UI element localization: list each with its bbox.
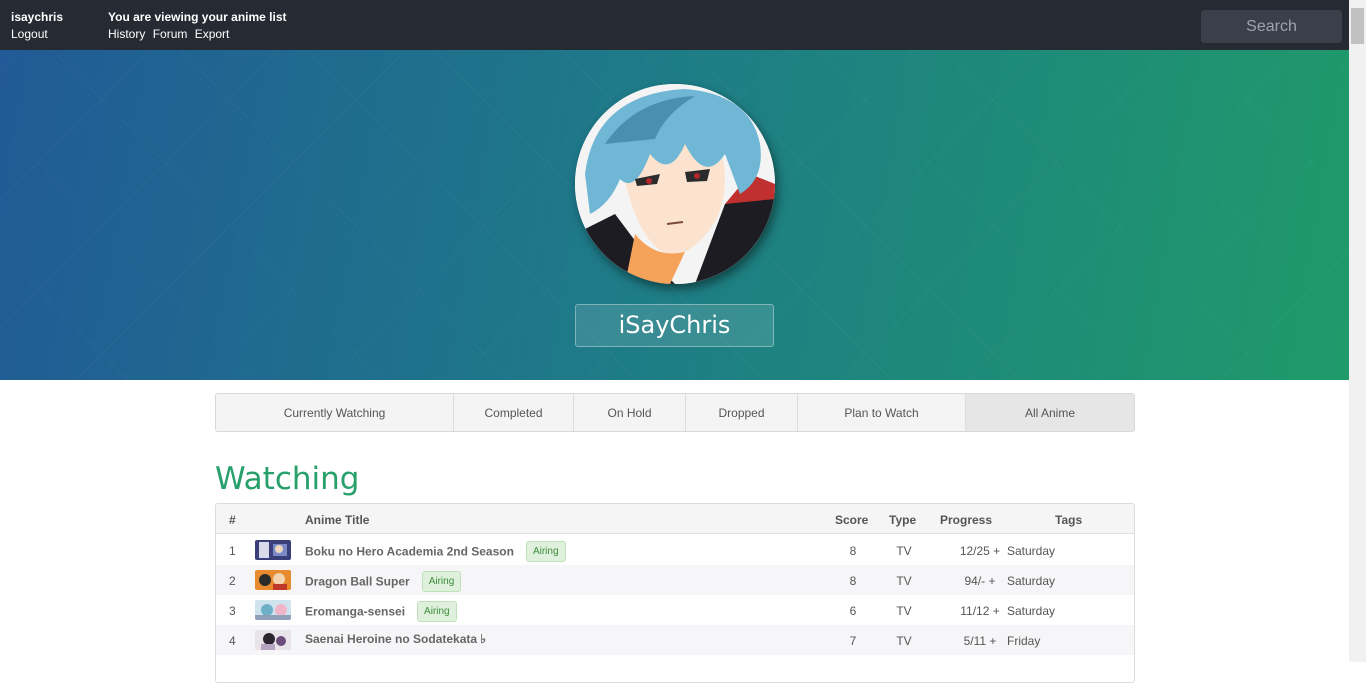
anime-title-link[interactable]: Dragon Ball Super	[305, 575, 410, 589]
row-tags: Saturday	[1007, 604, 1056, 618]
profile-username: iSayChris	[575, 304, 774, 347]
avatar-image	[575, 84, 775, 284]
row-score[interactable]: 8	[835, 574, 871, 588]
airing-badge: Airing	[421, 571, 462, 592]
nav-username[interactable]: isaychris	[11, 10, 63, 24]
profile-avatar[interactable]	[575, 84, 775, 284]
row-type: TV	[896, 544, 912, 558]
header-title[interactable]: Anime Title	[305, 513, 369, 527]
table-header: # Anime Title Score Type Progress Tags	[216, 504, 1134, 534]
row-tags: Saturday	[1007, 544, 1056, 558]
list-tabs: Currently Watching Completed On Hold Dro…	[215, 393, 1135, 432]
row-score[interactable]: 7	[835, 634, 871, 648]
anime-thumbnail[interactable]	[255, 600, 291, 620]
tab-dropped[interactable]: Dropped	[686, 394, 798, 431]
row-num: 2	[229, 574, 236, 588]
airing-badge: Airing	[417, 601, 457, 622]
table-row: 3 Eromanga-sensei Airing 6 TV 11/12 + Sat…	[216, 595, 1134, 625]
header-progress[interactable]: Progress	[940, 513, 992, 527]
viewing-notice: You are viewing your anime list	[108, 10, 287, 24]
row-tags: Friday	[1007, 634, 1041, 648]
row-title: Boku no Hero Academia 2nd Season Airing	[305, 541, 566, 563]
tab-completed[interactable]: Completed	[454, 394, 574, 431]
table-row: 4 Saenai Heroine no Sodatekata ♭ 7 TV 5/…	[216, 625, 1134, 655]
row-tags: Saturday	[1007, 574, 1056, 588]
row-type: TV	[896, 574, 912, 588]
tab-plan-to-watch[interactable]: Plan to Watch	[798, 394, 966, 431]
search-input[interactable]	[1201, 10, 1342, 43]
anime-table: # Anime Title Score Type Progress Tags 1…	[215, 503, 1135, 683]
airing-badge: Airing	[525, 541, 566, 562]
header-type[interactable]: Type	[889, 513, 916, 527]
header-tags: Tags	[1055, 513, 1083, 527]
table-row: 1 Boku no Hero Academia 2nd Season Airing…	[216, 535, 1134, 565]
top-navbar: isaychris Logout You are viewing your an…	[0, 0, 1349, 50]
row-num: 3	[229, 604, 236, 618]
nav-links: History Forum Export	[108, 27, 233, 41]
scrollbar-thumb[interactable]	[1351, 8, 1364, 44]
anime-thumbnail[interactable]	[255, 630, 291, 650]
row-score[interactable]: 8	[835, 544, 871, 558]
anime-thumbnail[interactable]	[255, 570, 291, 590]
row-title: Saenai Heroine no Sodatekata ♭	[305, 632, 486, 646]
header-score[interactable]: Score	[835, 513, 868, 527]
forum-link[interactable]: Forum	[153, 27, 188, 41]
history-link[interactable]: History	[108, 27, 145, 41]
tab-currently-watching[interactable]: Currently Watching	[216, 394, 454, 431]
tab-all-anime[interactable]: All Anime	[966, 394, 1134, 431]
header-num: #	[229, 513, 236, 527]
page-scrollbar[interactable]	[1349, 0, 1366, 662]
section-title: Watching	[215, 461, 360, 497]
row-score[interactable]: 6	[835, 604, 871, 618]
anime-title-link[interactable]: Eromanga-sensei	[305, 605, 405, 619]
tab-on-hold[interactable]: On Hold	[574, 394, 686, 431]
logout-link[interactable]: Logout	[11, 27, 48, 41]
anime-title-link[interactable]: Boku no Hero Academia 2nd Season	[305, 545, 514, 559]
row-num: 4	[229, 634, 236, 648]
table-row: 2 Dragon Ball Super Airing 8 TV 94/- + Sa…	[216, 565, 1134, 595]
row-type: TV	[896, 634, 912, 648]
export-link[interactable]: Export	[195, 27, 230, 41]
row-type: TV	[896, 604, 912, 618]
profile-banner: iSayChris	[0, 50, 1349, 380]
anime-thumbnail[interactable]	[255, 540, 291, 560]
row-title: Dragon Ball Super Airing	[305, 571, 462, 593]
anime-title-link[interactable]: Saenai Heroine no Sodatekata ♭	[305, 632, 486, 646]
row-title: Eromanga-sensei Airing	[305, 601, 457, 623]
row-num: 1	[229, 544, 236, 558]
